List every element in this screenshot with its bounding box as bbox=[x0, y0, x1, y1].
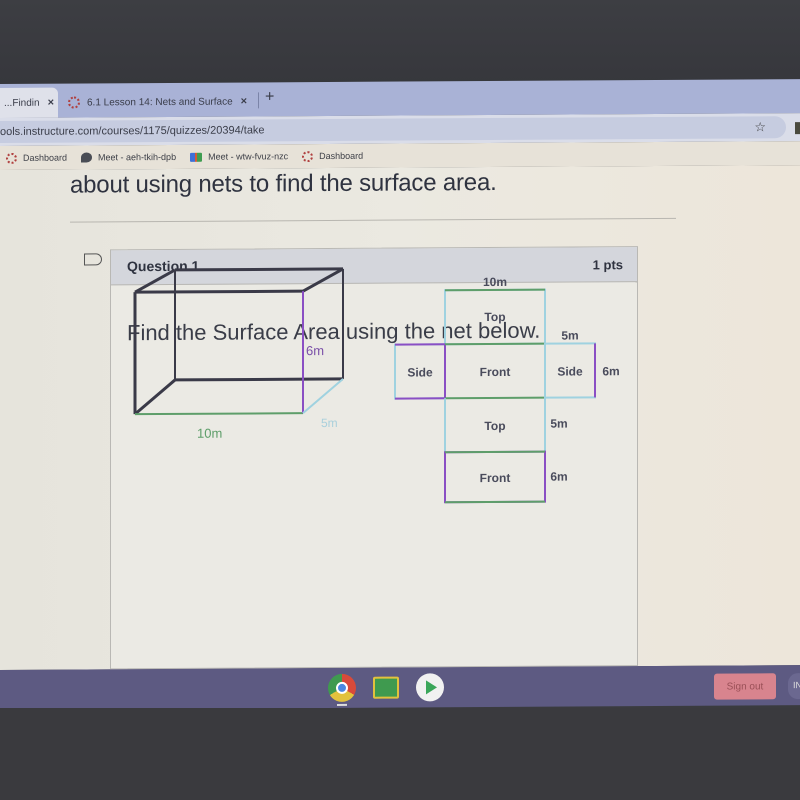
tab-findin[interactable]: ...Findin × bbox=[0, 87, 58, 118]
prism-height-label: 6m bbox=[306, 343, 324, 358]
bookmark-dashboard-2[interactable]: Dashboard bbox=[302, 150, 364, 162]
prism-edge bbox=[302, 267, 344, 293]
prism-edge bbox=[135, 289, 303, 294]
bookmark-meet-aeh[interactable]: Meet - aeh-tkih-dpb bbox=[81, 152, 176, 163]
new-tab-button[interactable]: + bbox=[265, 88, 274, 106]
flag-question-icon[interactable] bbox=[84, 253, 102, 266]
canvas-icon bbox=[68, 96, 80, 109]
tab-lesson-14[interactable]: 6.1 Lesson 14: Nets and Surface × bbox=[64, 86, 256, 117]
google-classroom-icon[interactable] bbox=[373, 676, 399, 699]
net-edge bbox=[445, 450, 545, 454]
tab-bar: ...Findin × 6.1 Lesson 14: Nets and Surf… bbox=[0, 79, 800, 118]
quiz-page: about using nets to find the surface are… bbox=[0, 165, 800, 739]
chrome-icon[interactable] bbox=[328, 673, 356, 702]
net-edge bbox=[445, 396, 545, 400]
prism-length-label: 10m bbox=[197, 426, 222, 441]
running-indicator bbox=[337, 703, 347, 706]
monitor-bezel-bottom bbox=[0, 708, 800, 800]
net-top2-label: Top bbox=[484, 419, 505, 433]
canvas-icon bbox=[6, 152, 17, 164]
status-tray[interactable]: IN bbox=[788, 673, 800, 700]
prism-length-edge bbox=[135, 412, 303, 416]
intro-text: about using nets to find the surface are… bbox=[70, 168, 497, 199]
net-front2-label: Front bbox=[480, 471, 511, 485]
extension-icon[interactable] bbox=[795, 122, 800, 135]
bookmark-label: Dashboard bbox=[319, 150, 364, 162]
net-top-width-label: 10m bbox=[483, 275, 507, 289]
tab-label: 6.1 Lesson 14: Nets and Surface bbox=[87, 96, 233, 108]
net-side-right-label: Side bbox=[557, 364, 583, 378]
close-icon[interactable]: × bbox=[48, 97, 54, 109]
net-side-height-label: 6m bbox=[602, 364, 619, 378]
net-top2-height-label: 5m bbox=[550, 417, 567, 431]
prism-depth-edge bbox=[302, 378, 344, 414]
sign-out-button[interactable]: Sign out bbox=[714, 673, 776, 700]
star-icon[interactable]: ☆ bbox=[754, 116, 766, 138]
net-top-label: Top bbox=[484, 310, 505, 324]
bookmark-label: Meet - aeh-tkih-dpb bbox=[98, 151, 177, 163]
net-edge bbox=[445, 500, 545, 504]
tab-label: ...Findin bbox=[4, 97, 40, 109]
prism-edge bbox=[134, 268, 176, 294]
prism-edge bbox=[134, 378, 176, 416]
bookmark-label: Meet - wtw-fvuz-nzc bbox=[208, 151, 289, 162]
os-shelf: Sign out IN bbox=[0, 665, 800, 710]
bookmark-meet-wtw[interactable]: Meet - wtw-fvuz-nzc bbox=[190, 151, 288, 162]
net-side-width-label: 5m bbox=[561, 328, 578, 342]
net-edge bbox=[445, 288, 545, 292]
net-side-left-label: Side bbox=[407, 365, 433, 379]
url-text: ools.instructure.com/courses/1175/quizze… bbox=[0, 124, 265, 138]
close-icon[interactable]: × bbox=[241, 95, 247, 107]
question-figure: 6m 5m 10m 10m Top Side Front Side 5m 6m … bbox=[133, 267, 620, 504]
divider bbox=[70, 217, 676, 223]
net-front2-height-label: 6m bbox=[550, 470, 567, 484]
canvas-icon bbox=[302, 150, 314, 162]
rectangular-prism bbox=[133, 267, 344, 416]
monitor-bezel-top bbox=[0, 0, 800, 86]
prism-edge bbox=[175, 377, 343, 382]
meet-icon bbox=[81, 152, 93, 163]
bookmark-dashboard[interactable]: Dashboard bbox=[6, 152, 68, 164]
url-input[interactable]: ools.instructure.com/courses/1175/quizze… bbox=[0, 116, 786, 143]
bookmark-label: Dashboard bbox=[23, 152, 68, 163]
question-card: Question 1 1 pts Find the Surface Area u… bbox=[110, 246, 638, 739]
prism-edge bbox=[175, 267, 343, 272]
prism-depth-label: 5m bbox=[321, 416, 338, 430]
play-store-icon[interactable] bbox=[416, 673, 444, 702]
net-edge bbox=[445, 342, 545, 346]
tab-separator bbox=[258, 92, 259, 109]
screen: ...Findin × 6.1 Lesson 14: Nets and Surf… bbox=[0, 79, 800, 739]
net-front-label: Front bbox=[480, 365, 511, 379]
google-meet-icon bbox=[190, 152, 203, 162]
